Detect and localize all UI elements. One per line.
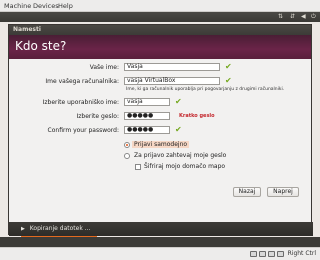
auto-login-label[interactable]: Prijavi samodejno: [132, 141, 190, 148]
installer-dialog: Namesti Kdo ste? Vaše ime: Vasja ✔ Ime v…: [8, 24, 313, 238]
dialog-title: Namesti: [9, 25, 311, 35]
encrypt-home-checkbox[interactable]: [135, 164, 141, 170]
volume-icon[interactable]: ◀: [301, 13, 306, 20]
power-icon[interactable]: ⏻: [311, 13, 316, 21]
back-button[interactable]: Nazaj: [233, 187, 261, 197]
host-key-label: Right Ctrl: [287, 250, 316, 257]
username-label: Izberite uporabniško ime:: [42, 99, 119, 106]
require-password-radio[interactable]: [124, 153, 130, 159]
menu-machine[interactable]: Machine: [4, 2, 31, 10]
page-title: Kdo ste?: [15, 39, 67, 53]
guest-screen: ⇅ ⇵ ◀ ⏻ Namesti Kdo ste? Vaše ime: Vasja…: [0, 12, 320, 247]
status-text: Kopiranje datotek ...: [29, 225, 91, 232]
next-button[interactable]: Naprej: [267, 187, 299, 197]
computer-name-valid-check-icon: ✔: [225, 76, 232, 85]
computer-name-hint: Ime, ki ga računalnik uporablja pri pogo…: [126, 87, 285, 92]
password-strength: Kratko geslo: [179, 113, 215, 119]
encrypt-home-label[interactable]: Šifriraj mojo domačo mapo: [144, 163, 225, 170]
hard-disk-icon[interactable]: [250, 251, 257, 257]
password-label: Izberite geslo:: [76, 113, 120, 120]
confirm-password-field[interactable]: ●●●●●: [124, 126, 170, 134]
keyboard-icon[interactable]: ⇅: [278, 13, 283, 20]
name-field[interactable]: Vasja: [124, 63, 220, 71]
confirm-password-label: Confirm your password:: [47, 127, 119, 134]
user-form: Vaše ime: Vasja ✔ Ime vašega računalnika…: [9, 61, 313, 211]
usb-icon[interactable]: [268, 251, 275, 257]
password-field[interactable]: ●●●●●: [124, 112, 170, 120]
expander-icon[interactable]: ▶: [21, 226, 25, 232]
name-label: Vaše ime:: [89, 64, 119, 71]
computer-name-label: Ime vašega računalnika:: [45, 78, 119, 85]
guest-top-panel: ⇅ ⇵ ◀ ⏻: [0, 12, 320, 22]
username-field[interactable]: vasja: [124, 98, 170, 106]
username-valid-check-icon: ✔: [175, 97, 182, 106]
auto-login-radio[interactable]: [124, 142, 130, 148]
page-header: Kdo ste?: [9, 35, 311, 59]
confirm-password-valid-check-icon: ✔: [175, 125, 182, 134]
name-valid-check-icon: ✔: [225, 62, 232, 71]
menu-devices[interactable]: Devices: [33, 2, 59, 10]
progress-status-bar: ▶ Kopiranje datotek ...: [9, 222, 313, 236]
vbox-statusbar: Right Ctrl: [0, 247, 320, 260]
network-icon[interactable]: ⇵: [290, 13, 295, 20]
vbox-menubar: Machine Devices Help: [0, 0, 320, 12]
optical-drive-icon[interactable]: [259, 251, 266, 257]
network-adapter-icon[interactable]: [277, 251, 284, 257]
menu-help[interactable]: Help: [58, 2, 73, 10]
guest-bottom-panel: [0, 237, 320, 247]
computer-name-field[interactable]: vasja VirtualBox: [124, 77, 220, 85]
require-password-label[interactable]: Za prijavo zahtevaj moje geslo: [134, 152, 226, 159]
